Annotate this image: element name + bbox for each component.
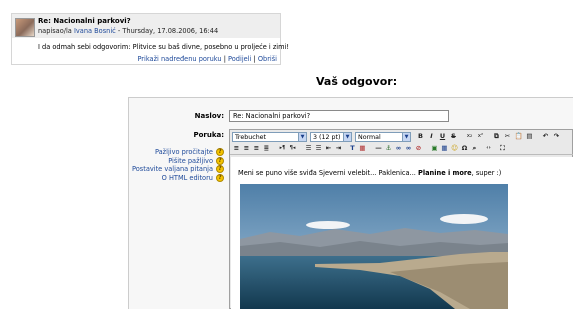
size-select[interactable]: 3 (12 pt) ▼ [310,132,352,142]
post-date: - Thursday, 17.08.2006, 16:44 [115,27,219,35]
forum-post: Re: Nacionalni parkovi? napisao/la Ivana… [11,13,289,65]
text-color-icon[interactable]: T [348,144,357,153]
editor-text-plain: Meni se puno više sviđa Sjeverni velebit… [238,169,418,177]
page-title: Vaš odgovor: [316,75,398,88]
help-icon[interactable]: ? [216,148,224,156]
bold-button[interactable]: B [416,132,425,141]
help-questions-link[interactable]: Postavite valjana pitanja [132,165,213,173]
link-icon[interactable]: ∞ [394,144,403,153]
ordered-list-icon[interactable]: ☰ [304,144,313,153]
author-prefix: napisao/la [38,27,72,35]
help-write-carefully-link[interactable]: Pišite pažljivo [168,157,213,165]
bg-color-icon[interactable]: ▦ [358,144,367,153]
subject-label: Naslov: [194,112,224,120]
author-link[interactable]: Ivana Bosnić [74,27,116,35]
chevron-down-icon: ▼ [402,133,410,141]
search-icon[interactable]: ⌕ [470,144,479,153]
font-select[interactable]: Trebuchet ▼ [232,132,307,142]
avatar[interactable] [15,18,35,37]
hr-icon[interactable]: — [374,144,383,153]
italic-button[interactable]: I [427,132,436,141]
table-icon[interactable]: ▦ [440,144,449,153]
paste-icon[interactable]: 📋 [514,132,523,141]
unordered-list-icon[interactable]: ☰ [314,144,323,153]
post-message: I da odmah sebi odgovorim: Plitvice su b… [38,43,290,51]
show-parent-link[interactable]: Prikaži nadređenu poruku [137,55,221,63]
help-icon[interactable]: ? [216,165,224,174]
align-right-icon[interactable]: ≡ [252,144,261,153]
copy-icon[interactable]: ⧉ [492,132,501,141]
special-char-icon[interactable]: Ω [460,144,469,153]
post-commands: Prikaži nadređenu poruku | Podijeli | Ob… [137,55,277,63]
align-left-icon[interactable]: ≡ [232,144,241,153]
undo-icon[interactable]: ↶ [541,132,550,141]
html-source-icon[interactable]: ‹› [484,144,493,153]
font-value: Trebuchet [235,134,267,141]
paste-word-icon[interactable]: ▤ [525,132,534,141]
editor-text-bold: Planine i more [418,169,472,177]
help-links: Pažljivo pročitajte? Pišite pažljivo? Po… [128,148,224,182]
help-html-editor-link[interactable]: O HTML editoru [162,174,213,182]
smiley-icon[interactable]: ☺ [450,144,459,153]
anchor-icon[interactable]: ⚓ [384,144,393,153]
delete-link[interactable]: Obriši [258,55,277,63]
superscript-button[interactable]: x² [476,132,485,141]
landscape-photo[interactable] [240,184,508,309]
post-subject: Re: Nacionalni parkovi? [38,17,131,25]
landscape-photo-image [240,184,508,309]
help-icon[interactable]: ? [216,173,224,182]
outdent-icon[interactable]: ⇤ [324,144,333,153]
post-byline: napisao/la Ivana Bosnić - Thursday, 17.0… [38,27,218,35]
editor-text: Meni se puno više sviđa Sjeverni velebit… [238,169,501,177]
cut-icon[interactable]: ✂ [503,132,512,141]
format-value: Normal [358,134,381,141]
size-value: 3 (12 pt) [313,134,341,141]
nolink-icon[interactable]: ⊘ [414,144,423,153]
editor-toolbar-1: Trebuchet ▼ 3 (12 pt) ▼ Normal ▼ B I U S x₂… [230,131,573,143]
indent-icon[interactable]: ⇥ [334,144,343,153]
help-icon[interactable]: ? [216,156,224,165]
editor-text-end: , super :) [471,169,502,177]
redo-icon[interactable]: ↷ [552,132,561,141]
chevron-down-icon: ▼ [343,133,351,141]
html-editor: Trebuchet ▼ 3 (12 pt) ▼ Normal ▼ B I U S x₂… [229,129,573,309]
split-link[interactable]: Podijeli [228,55,251,63]
justify-icon[interactable]: ≣ [262,144,271,153]
editor-content[interactable]: Meni se puno više sviđa Sjeverni velebit… [231,157,573,309]
editor-toolbar-2: ≡ ≡ ≡ ≣ ▸¶ ¶◂ ☰ ☰ ⇤ ⇥ T ▦ — ⚓ ∞ ∞ ⊘ ▣ ▦ … [230,143,573,155]
help-read-carefully-link[interactable]: Pažljivo pročitajte [155,148,213,156]
align-center-icon[interactable]: ≡ [242,144,251,153]
rtl-icon[interactable]: ¶◂ [288,144,297,153]
message-label: Poruka: [193,131,224,139]
subscript-button[interactable]: x₂ [465,132,474,141]
underline-button[interactable]: U [438,132,447,141]
strike-button[interactable]: S [449,132,458,141]
fullscreen-icon[interactable]: ⛶ [498,144,507,153]
chevron-down-icon: ▼ [298,133,306,141]
unlink-icon[interactable]: ∞ [404,144,413,153]
ltr-icon[interactable]: ▸¶ [278,144,287,153]
format-select[interactable]: Normal ▼ [355,132,411,142]
subject-input[interactable] [229,110,449,122]
image-icon[interactable]: ▣ [430,144,439,153]
